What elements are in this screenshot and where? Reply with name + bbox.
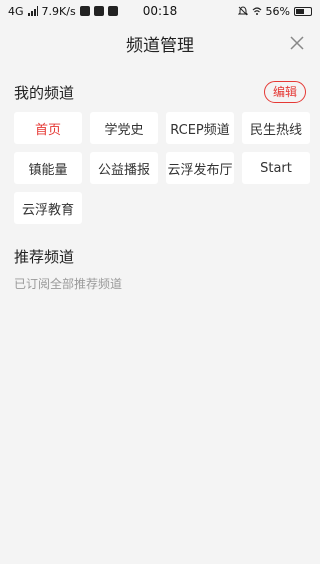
close-icon[interactable] [288, 34, 306, 52]
battery-percent: 56% [265, 4, 290, 18]
channel-grid: 首页 学党史 RCEP频道 民生热线镇能量 公益播报 云浮发布厅 Start 云浮教育 [14, 112, 310, 224]
battery-icon [294, 6, 312, 16]
status-left: 4G 7.9K/s [8, 5, 118, 18]
channel-chip[interactable]: 云浮教育 [14, 192, 82, 224]
signal-icon [27, 6, 38, 16]
channel-chip[interactable]: RCEP频道 [166, 112, 234, 144]
channel-chip[interactable]: 镇能量 [14, 152, 82, 184]
my-channels-title: 我的频道 [14, 83, 75, 102]
channel-chip[interactable]: 民生热线 [242, 112, 310, 144]
mute-icon [237, 6, 248, 16]
status-bar: 4G 7.9K/s 00:18 56% [0, 0, 320, 22]
mail-icon [93, 6, 104, 16]
notification-icon [79, 6, 90, 16]
my-channels-header: 我的频道 编辑 [14, 80, 306, 104]
channel-chip[interactable]: 公益播报 [90, 152, 158, 184]
channel-chip[interactable]: 首页 [14, 112, 82, 144]
recommended-title: 推荐频道 [14, 248, 75, 266]
network-speed: 7.9K/s [41, 4, 76, 18]
my-channels-section: 我的频道 编辑 首页 学党史 RCEP频道 民生热线镇能量 公益播报 云浮发布厅 Start… [0, 80, 320, 292]
channel-chip[interactable]: 学党史 [90, 112, 158, 144]
header: 频道管理 [0, 22, 320, 64]
status-right: 56% [237, 4, 312, 18]
channel-chip[interactable]: 云浮发布厅 [166, 152, 234, 184]
recommended-note: 已订阅全部推荐频道 [14, 277, 123, 291]
network-label: 4G [8, 4, 24, 18]
media-icon [107, 6, 118, 16]
channel-chip[interactable]: Start [242, 152, 310, 184]
edit-button[interactable]: 编辑 [263, 81, 306, 103]
wifi-icon [252, 7, 261, 15]
page-title: 频道管理 [126, 35, 194, 56]
